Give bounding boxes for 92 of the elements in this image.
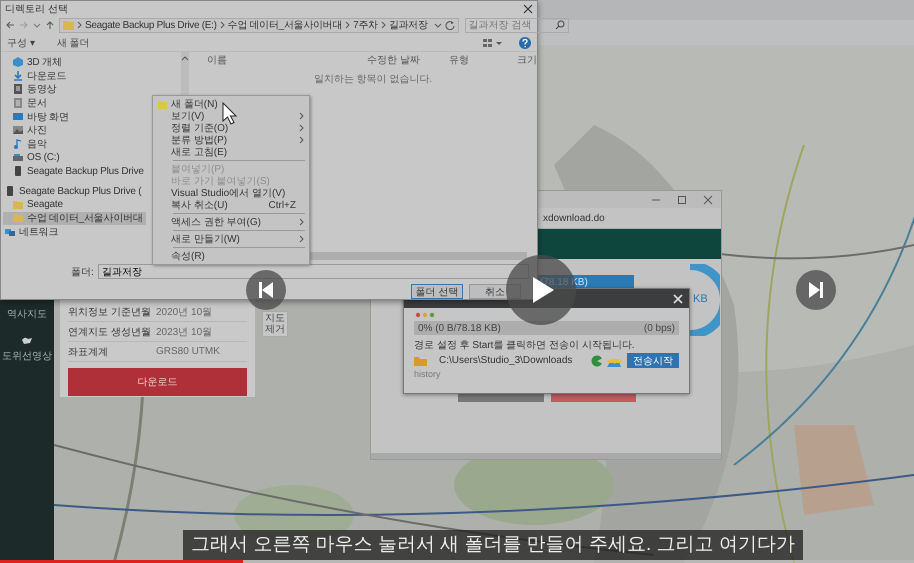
info-label: 위치정보 기준년월 — [68, 306, 152, 318]
breadcrumb-item[interactable]: 길과저장 — [388, 18, 428, 32]
drive-icon — [13, 152, 23, 163]
url-text: xdownload.do — [543, 212, 605, 224]
document-icon — [13, 98, 23, 108]
next-icon[interactable] — [796, 270, 836, 310]
close-icon[interactable] — [703, 194, 713, 204]
network-icon — [5, 227, 15, 238]
info-label: 연계지도 생성년월 — [68, 326, 152, 338]
address-bar[interactable]: Seagate Backup Plus Drive (E:) 수업 데이터_서울사이버대 7주차 길과저장 — [59, 18, 459, 32]
subtitle-caption: 그래서 오른쪽 마우스 눌러서 새 폴더를 만들어 주세요. 그리고 여기다가 — [183, 530, 803, 560]
previous-icon[interactable] — [246, 270, 286, 310]
nav-item[interactable]: 바탕 화면 — [3, 110, 72, 124]
info-value: GRS80 UTMK — [156, 346, 220, 357]
help-icon[interactable] — [519, 36, 531, 48]
download-icon — [13, 70, 23, 81]
sidebar-item[interactable]: 역사지도 — [7, 307, 47, 321]
start-button[interactable]: 전송시작 — [627, 353, 679, 368]
scrollbar[interactable] — [371, 453, 721, 459]
chevron-icon — [77, 21, 82, 29]
nav-item[interactable]: Seagate — [3, 198, 66, 212]
status-dots-icon — [415, 312, 435, 318]
drive-icon — [5, 186, 15, 196]
column-header[interactable]: 수정한 날짜 — [367, 53, 449, 67]
empty-message: 일치하는 항목이 없습니다. — [312, 73, 434, 86]
nav-item[interactable]: 네트워크 — [3, 225, 62, 239]
nav-item[interactable]: 3D 개체 — [3, 55, 65, 69]
chevron-icon — [220, 21, 225, 29]
nav-item[interactable]: 문서 — [3, 96, 50, 110]
menu-item[interactable]: 복사 취소(U) Ctrl+Z — [153, 199, 309, 211]
music-note-icon — [13, 138, 23, 149]
menu-item[interactable]: Visual Studio에서 열기(V) — [153, 187, 309, 199]
nav-item[interactable]: OS (C:) — [3, 150, 62, 164]
breadcrumb-item[interactable]: 7주차 — [353, 18, 378, 32]
map-control-button[interactable]: 지도 제거 — [262, 311, 288, 337]
monitor-icon — [13, 112, 23, 122]
back-arrow-icon[interactable] — [5, 20, 15, 30]
nav-item[interactable]: 다운로드 — [3, 68, 70, 82]
window-title: 디렉토리 선택 — [5, 2, 68, 16]
nav-item[interactable]: 수업 데이터_서울사이버대 — [3, 212, 146, 226]
info-value: 2023년 10월 — [156, 326, 212, 338]
progress-text: 0% (0 B/78.18 KB) — [418, 322, 501, 334]
menu-item[interactable]: 보기(V) — [153, 110, 309, 122]
toolbar-button[interactable]: 새 폴더 — [56, 36, 90, 50]
donut-label: KB — [693, 293, 708, 305]
breadcrumb-item[interactable]: 수업 데이터_서울사이버대 — [228, 18, 342, 32]
nav-item[interactable]: 사진 — [3, 123, 50, 138]
column-header[interactable]: 크기 — [517, 53, 537, 67]
message-text: 경로 설정 후 Start를 클릭하면 전송이 시작됩니다. — [414, 339, 636, 352]
image-icon — [13, 125, 23, 136]
menu-item[interactable]: 속성(R) — [153, 250, 309, 262]
column-header[interactable]: 유형 — [449, 53, 517, 67]
menu-item[interactable]: 새 폴더(N) — [153, 98, 309, 110]
drive-icon — [13, 166, 23, 176]
caret-icon[interactable] — [434, 21, 442, 29]
refresh-icon[interactable] — [444, 20, 455, 30]
maximize-icon[interactable] — [677, 194, 687, 204]
select-folder-button[interactable]: 폴더 선택 — [411, 284, 463, 299]
chevron-icon — [345, 21, 350, 29]
chevron-icon — [380, 21, 386, 29]
sidebar-item[interactable]: 도위선영상 — [2, 349, 52, 363]
menu-item[interactable]: 정렬 기준(O) — [153, 122, 309, 134]
film-icon — [13, 84, 23, 94]
menu-item[interactable]: 새로 고침(E) — [153, 146, 309, 158]
search-icon[interactable] — [554, 20, 565, 30]
donut-chart-icon — [690, 264, 720, 336]
download-button[interactable]: 다운로드 — [68, 368, 247, 396]
cube-icon — [13, 56, 23, 67]
scroll-up-icon[interactable] — [181, 55, 189, 61]
menu-item[interactable]: 새로 만들기(W) — [153, 233, 309, 245]
info-label: 좌표계계 — [68, 346, 109, 358]
up-arrow-icon[interactable] — [45, 20, 55, 30]
info-value: 2020년 10월 — [156, 306, 212, 318]
nav-item[interactable]: Seagate Backup Plus Drive — [3, 164, 147, 178]
folder-icon — [13, 200, 23, 210]
map-icon[interactable] — [20, 335, 34, 345]
breadcrumb-item[interactable]: Seagate Backup Plus Drive (E:) — [85, 20, 217, 30]
folder-icon — [13, 213, 23, 224]
search-field[interactable]: 길과저장 검색 — [464, 18, 569, 32]
toolbar-button[interactable]: 구성 ▾ — [7, 36, 35, 50]
menu-item[interactable]: 분류 방법(P) — [153, 134, 309, 146]
view-options-icon[interactable] — [483, 38, 503, 48]
nav-item[interactable]: Seagate Backup Plus Drive ( — [3, 184, 144, 198]
nav-item[interactable]: 음악 — [3, 137, 50, 151]
menu-item[interactable]: 액세스 권한 부여(G) — [153, 216, 309, 228]
path-text: C:\Users\Studio_3\Downloads — [439, 355, 572, 366]
video-progress-bar[interactable] — [0, 560, 914, 563]
folder-label: 폴더: — [71, 266, 94, 278]
column-header[interactable]: 이름 — [207, 53, 367, 67]
nav-item[interactable]: 동영상 — [3, 82, 60, 96]
speed-text: (0 bps) — [644, 322, 675, 334]
close-icon[interactable] — [523, 4, 533, 14]
